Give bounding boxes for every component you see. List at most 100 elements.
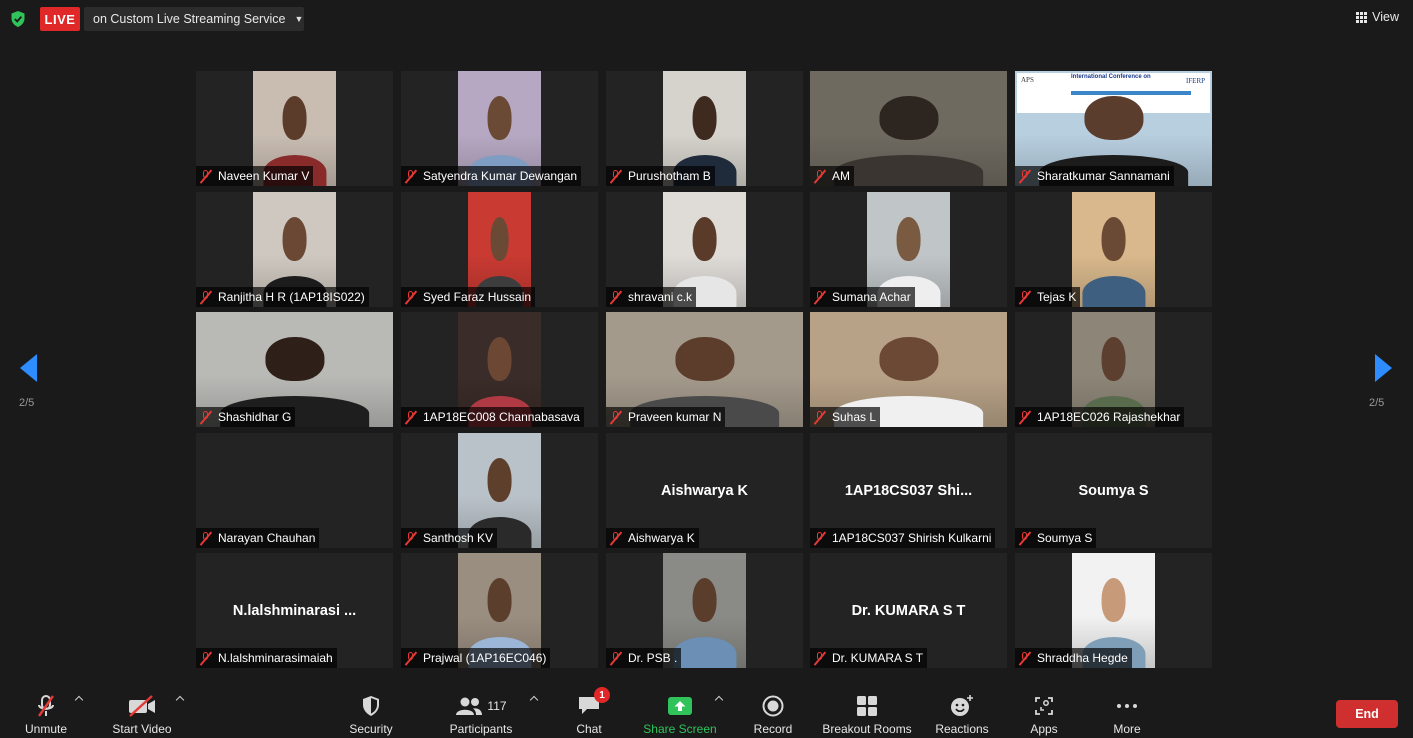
muted-mic-icon — [1018, 409, 1031, 425]
participant-tile[interactable]: Satyendra Kumar Dewangan — [401, 71, 598, 186]
participant-tile[interactable]: Shraddha Hegde — [1015, 553, 1212, 668]
unmute-label: Unmute — [24, 722, 68, 736]
record-label: Record — [753, 722, 793, 736]
participant-tile[interactable]: shravani c.k — [606, 192, 803, 307]
muted-mic-icon — [1018, 168, 1031, 184]
participant-tile[interactable]: Soumya S Soumya S — [1015, 433, 1212, 548]
muted-mic-icon — [609, 409, 622, 425]
muted-mic-icon — [813, 168, 826, 184]
participant-name-label: Suhas L — [810, 407, 881, 427]
audio-options-caret-icon[interactable] — [74, 695, 84, 705]
participant-name: Satyendra Kumar Dewangan — [423, 169, 578, 183]
participant-tile[interactable]: Naveen Kumar V — [196, 71, 393, 186]
participant-tile[interactable]: Narayan Chauhan — [196, 433, 393, 548]
participant-name: 1AP18EC026 Rajashekhar — [1037, 410, 1181, 424]
participant-tile[interactable]: Prajwal (1AP16EC046) — [401, 553, 598, 668]
chat-button[interactable]: 1 Chat — [570, 687, 610, 738]
page-indicator-right: 2/5 — [1369, 397, 1385, 409]
muted-mic-icon — [813, 409, 826, 425]
person-silhouette — [833, 154, 984, 186]
participant-name: Sumana Achar — [832, 290, 911, 304]
participant-tile[interactable]: 1AP18EC008 Channabasava — [401, 312, 598, 427]
participant-name-label: Santhosh KV — [401, 528, 498, 548]
muted-mic-icon — [404, 530, 417, 546]
person-silhouette-head — [878, 337, 939, 381]
muted-mic-icon — [609, 650, 622, 666]
participant-tile[interactable]: Santhosh KV — [401, 433, 598, 548]
muted-mic-icon — [404, 650, 417, 666]
participant-name: Tejas K — [1037, 290, 1077, 304]
participant-tile[interactable]: Praveen kumar N — [606, 312, 803, 427]
muted-mic-icon — [813, 289, 826, 305]
participant-name-label: Syed Faraz Hussain — [401, 287, 536, 307]
participant-name: Aishwarya K — [628, 531, 695, 545]
participant-tile[interactable]: 1AP18CS037 Shi... 1AP18CS037 Shirish Kulk… — [810, 433, 1007, 548]
participant-tile[interactable]: Ranjitha H R (1AP18IS022) — [196, 192, 393, 307]
participant-tile[interactable]: Dr. PSB . — [606, 553, 803, 668]
view-button[interactable]: View — [1356, 10, 1399, 24]
participant-name-label: Prajwal (1AP16EC046) — [401, 648, 551, 668]
participant-tile[interactable]: Purushotham B — [606, 71, 803, 186]
participant-tile[interactable]: N.lalshminarasi ... N.lalshminarasimaiah — [196, 553, 393, 668]
start-video-button[interactable]: Start Video — [108, 687, 176, 738]
reactions-button[interactable]: Reactions — [932, 687, 992, 738]
conference-title: International Conference on — [1071, 74, 1151, 80]
person-silhouette-head — [282, 217, 307, 261]
breakout-rooms-button[interactable]: Breakout Rooms — [820, 687, 914, 738]
participant-name: Dr. PSB . — [628, 651, 678, 665]
share-screen-button[interactable]: Share Screen — [640, 687, 720, 738]
person-silhouette-head — [1101, 337, 1126, 381]
record-button[interactable]: Record — [750, 687, 796, 738]
page-indicator-left: 2/5 — [19, 397, 35, 409]
security-shield-icon[interactable] — [10, 10, 26, 28]
participant-name-label: Purushotham B — [606, 166, 715, 186]
participant-name: Ranjitha H R (1AP18IS022) — [218, 290, 365, 304]
participant-display-name: 1AP18CS037 Shi... — [844, 483, 973, 499]
participant-tile[interactable]: Sumana Achar — [810, 192, 1007, 307]
unmute-button[interactable]: Unmute — [20, 687, 72, 738]
participants-button[interactable]: 117 Participants — [444, 687, 518, 738]
video-options-caret-icon[interactable] — [175, 695, 185, 705]
person-silhouette-head — [487, 458, 512, 502]
person-silhouette-head — [692, 578, 717, 622]
person-silhouette-head — [487, 96, 512, 140]
participant-tile[interactable]: Tejas K — [1015, 192, 1212, 307]
more-button[interactable]: More — [1106, 687, 1148, 738]
participant-name-label: Satyendra Kumar Dewangan — [401, 166, 582, 186]
breakout-rooms-icon — [857, 696, 877, 716]
more-dots-icon — [1117, 704, 1137, 708]
video-off-icon — [129, 695, 155, 717]
muted-mic-icon — [199, 650, 212, 666]
participant-tile[interactable]: Shashidhar G — [196, 312, 393, 427]
muted-mic-icon — [404, 289, 417, 305]
participant-tile[interactable]: Dr. KUMARA S T Dr. KUMARA S T — [810, 553, 1007, 668]
participant-tile[interactable]: Syed Faraz Hussain — [401, 192, 598, 307]
person-silhouette-head — [282, 96, 307, 140]
stream-service-dropdown[interactable]: on Custom Live Streaming Service ▼ — [84, 7, 304, 31]
security-button[interactable]: Security — [346, 687, 396, 738]
participants-label: Participants — [449, 722, 513, 736]
end-meeting-button[interactable]: End — [1336, 700, 1398, 728]
participant-name-label: Shashidhar G — [196, 407, 296, 427]
participant-tile[interactable]: 1AP18EC026 Rajashekhar — [1015, 312, 1212, 427]
participant-tile[interactable]: AM — [810, 71, 1007, 186]
participants-options-caret-icon[interactable] — [529, 695, 539, 705]
participant-display-name: Aishwarya K — [660, 483, 749, 499]
person-silhouette-head — [1083, 96, 1144, 140]
apps-button[interactable]: Apps — [1024, 687, 1064, 738]
participant-name: 1AP18CS037 Shirish Kulkarni — [832, 531, 992, 545]
previous-page-arrow-icon[interactable] — [20, 354, 37, 382]
participant-display-name: Dr. KUMARA S T — [851, 603, 966, 619]
participant-name-label: Aishwarya K — [606, 528, 699, 548]
muted-mic-icon — [199, 530, 212, 546]
participant-name: N.lalshminarasimaiah — [218, 651, 333, 665]
next-page-arrow-icon[interactable] — [1375, 354, 1392, 382]
view-label: View — [1372, 10, 1399, 24]
participant-tile[interactable]: Aishwarya K Aishwarya K — [606, 433, 803, 548]
muted-mic-icon — [813, 650, 826, 666]
muted-mic-icon — [1018, 289, 1031, 305]
participant-name: Shraddha Hegde — [1037, 651, 1128, 665]
participant-tile[interactable]: Suhas L — [810, 312, 1007, 427]
muted-mic-icon — [199, 409, 212, 425]
participant-tile[interactable]: APS International Conference on IFERP Shara… — [1015, 71, 1212, 186]
